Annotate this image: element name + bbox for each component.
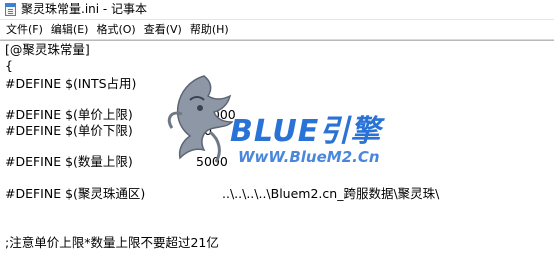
define-ints-value: 9	[196, 76, 204, 91]
comment-line: ;注意单价上限*数量上限不要超过21亿	[5, 235, 219, 250]
menu-format[interactable]: 格式(O)	[92, 20, 139, 39]
window-title: 聚灵珠常量.ini - 记事本	[21, 2, 148, 16]
define-price-min-value: 10	[196, 123, 212, 138]
menu-view[interactable]: 查看(V)	[140, 20, 186, 39]
text-editor[interactable]: [@聚灵珠常量] { #DEFINE $(INTS占用) 9 #DEFINE $…	[0, 40, 554, 261]
define-ints-line: #DEFINE $(INTS占用)	[5, 76, 137, 91]
notepad-icon	[5, 3, 16, 16]
define-path-line: #DEFINE $(聚灵珠通区)	[5, 186, 146, 201]
title-bar[interactable]: 聚灵珠常量.ini - 记事本	[0, 0, 554, 20]
menu-file[interactable]: 文件(F)	[0, 20, 47, 39]
menu-help[interactable]: 帮助(H)	[186, 20, 233, 39]
define-price-max-line: #DEFINE $(单价上限)	[5, 107, 133, 122]
define-price-max-value: 10000	[196, 107, 236, 122]
define-qty-max-line: #DEFINE $(数量上限)	[5, 154, 133, 169]
menu-bar: 文件(F) 编辑(E) 格式(O) 查看(V) 帮助(H)	[0, 20, 554, 40]
define-path-value: ..\..\..\..\Bluem2.cn_跨服数据\聚灵珠\	[222, 186, 440, 201]
define-price-min-line: #DEFINE $(单价下限)	[5, 123, 133, 138]
menu-edit[interactable]: 编辑(E)	[47, 20, 93, 39]
open-brace-line: {	[5, 58, 13, 73]
section-header-line: [@聚灵珠常量]	[5, 42, 90, 57]
define-qty-max-value: 5000	[196, 154, 228, 169]
